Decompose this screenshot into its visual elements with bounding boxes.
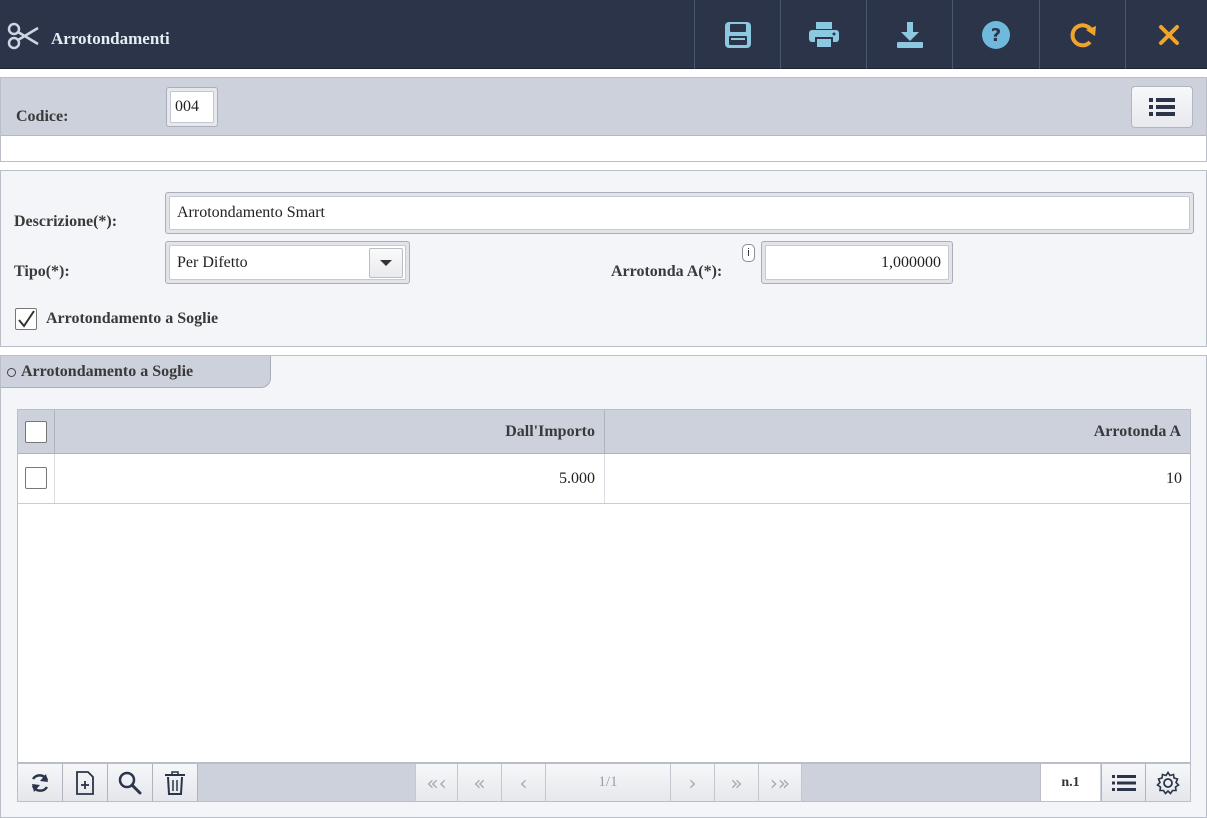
collapse-circle-icon	[7, 368, 16, 377]
save-button[interactable]	[694, 0, 780, 69]
list-view-button[interactable]	[1101, 764, 1146, 801]
refresh-icon	[31, 773, 49, 792]
prev-block-button[interactable]: «	[457, 764, 501, 801]
arrotonda-label: Arrotonda A(*):	[611, 263, 723, 280]
codice-panel: Codice:	[0, 77, 1207, 162]
last-page-button[interactable]: ›»	[758, 764, 802, 801]
grid-footer-toolbar: «‹ « ‹ 1/1 › » ›» n.1	[17, 763, 1191, 802]
list-icon	[1149, 98, 1175, 116]
page-indicator: 1/1	[545, 764, 670, 801]
soglie-checkbox-label[interactable]: Arrotondamento a Soglie	[46, 310, 218, 328]
close-button[interactable]	[1125, 0, 1207, 69]
info-icon[interactable]: i	[742, 244, 755, 262]
codice-label: Codice:	[16, 108, 69, 125]
prev-page-button[interactable]: ‹	[501, 764, 545, 801]
record-count: n.1	[1040, 764, 1100, 801]
row-checkbox[interactable]	[25, 467, 47, 489]
column-header-arrotonda-a[interactable]: Arrotonda A	[1094, 423, 1181, 441]
close-icon	[1158, 24, 1179, 45]
download-button[interactable]	[866, 0, 952, 69]
soglie-grid: Dall'Importo Arrotonda A 5.000 10	[17, 409, 1191, 763]
column-separator	[54, 454, 55, 503]
tipo-label: Tipo(*):	[14, 263, 70, 280]
gear-icon	[1156, 770, 1180, 795]
first-page-button[interactable]: «‹	[415, 764, 457, 801]
checkmark-icon	[18, 310, 35, 328]
list-menu-button[interactable]	[1131, 86, 1193, 128]
cell-arrotonda-a: 10	[1166, 470, 1182, 487]
scissors-icon	[7, 22, 39, 50]
codice-field-frame	[166, 87, 218, 127]
svg-text:?: ?	[990, 25, 1000, 46]
grid-header: Dall'Importo Arrotonda A	[18, 410, 1190, 454]
descrizione-field-frame	[165, 192, 1194, 234]
tipo-dropdown-button[interactable]	[369, 248, 403, 278]
arrotonda-field-frame	[761, 241, 953, 284]
question-icon: ?	[981, 20, 1010, 49]
list-icon	[1111, 774, 1136, 791]
tipo-selected-value: Per Difetto	[177, 254, 248, 271]
tipo-select[interactable]: Per Difetto	[169, 245, 406, 280]
refresh-button[interactable]	[1039, 0, 1125, 69]
column-header-dall-importo[interactable]: Dall'Importo	[505, 423, 595, 441]
codice-band: Codice:	[1, 78, 1206, 136]
cell-dall-importo: 5.000	[559, 470, 595, 487]
descrizione-input[interactable]	[169, 196, 1190, 230]
arrotonda-input[interactable]	[765, 245, 949, 280]
caret-down-icon	[380, 259, 392, 266]
redo-icon	[1070, 22, 1096, 47]
soglie-section: Arrotondamento a Soglie Dall'Importo Arr…	[0, 355, 1207, 818]
search-icon	[118, 771, 142, 794]
next-block-button[interactable]: »	[714, 764, 758, 801]
delete-button[interactable]	[153, 764, 198, 801]
details-panel: Descrizione(*): Tipo(*): Per Difetto Arr…	[0, 170, 1207, 347]
codice-input[interactable]	[170, 91, 214, 123]
reload-button[interactable]	[18, 764, 63, 801]
tipo-field-frame: Per Difetto	[165, 241, 410, 284]
table-row[interactable]: 5.000 10	[18, 454, 1190, 504]
trash-icon	[165, 770, 185, 795]
add-row-button[interactable]	[63, 764, 108, 801]
floppy-disk-icon	[724, 21, 751, 48]
window-header: Arrotondamenti ?	[0, 0, 1207, 69]
search-button[interactable]	[108, 764, 153, 801]
download-icon	[896, 21, 923, 48]
descrizione-label: Descrizione(*):	[14, 213, 118, 230]
help-button[interactable]: ?	[952, 0, 1038, 69]
section-title: Arrotondamento a Soglie	[21, 363, 194, 380]
settings-button[interactable]	[1146, 764, 1190, 801]
page-label: 1/1	[598, 774, 618, 790]
soglie-checkbox[interactable]	[15, 308, 37, 330]
printer-icon	[808, 21, 839, 49]
window-title: Arrotondamenti	[51, 29, 170, 48]
column-separator	[54, 410, 55, 454]
section-tab[interactable]: Arrotondamento a Soglie	[1, 356, 271, 388]
print-button[interactable]	[780, 0, 866, 69]
column-separator	[604, 410, 605, 454]
select-all-checkbox[interactable]	[25, 421, 47, 443]
next-page-button[interactable]: ›	[670, 764, 714, 801]
new-document-icon	[76, 770, 94, 795]
column-separator	[604, 454, 605, 503]
